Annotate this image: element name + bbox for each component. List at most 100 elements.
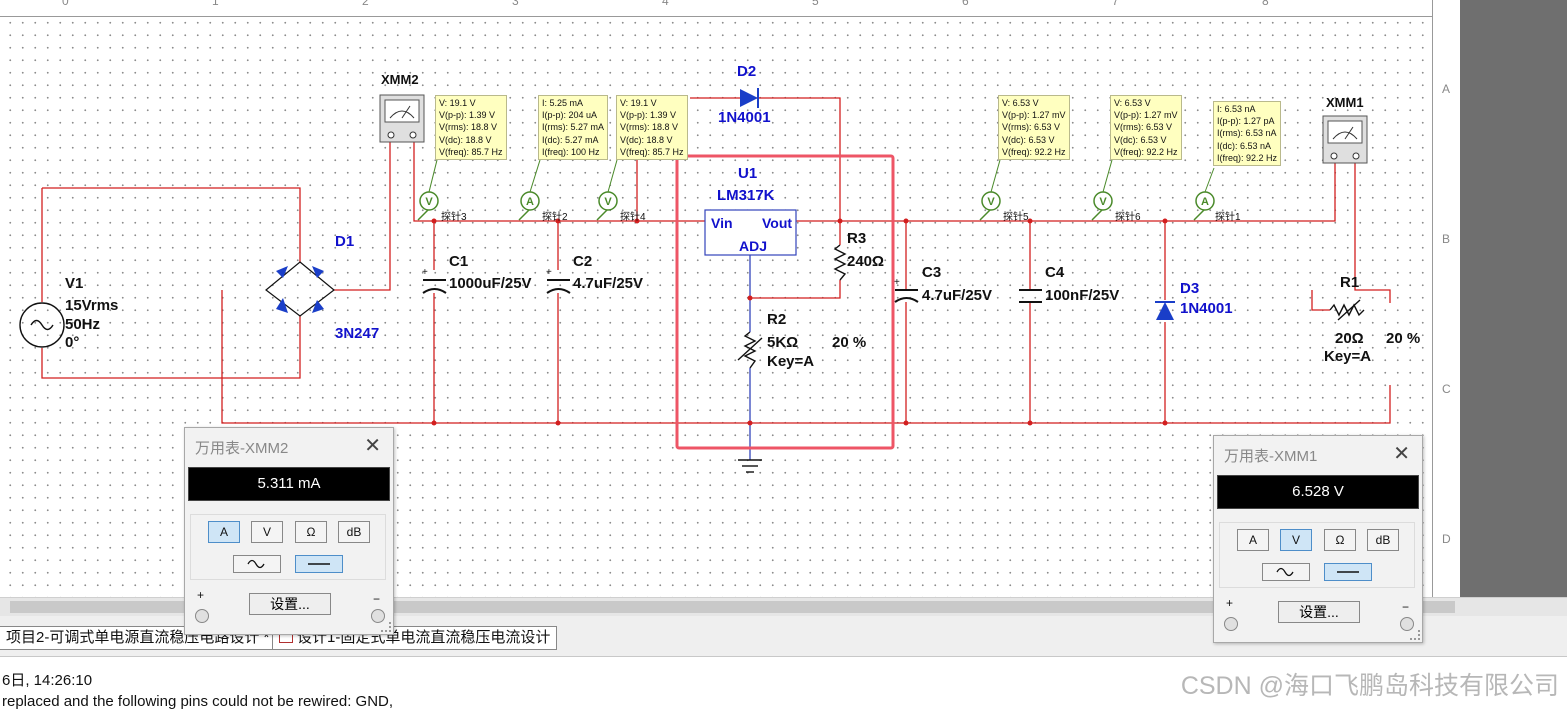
c1-ref: C1 xyxy=(449,253,469,270)
xmm2-label: XMM2 xyxy=(381,72,419,87)
probe-box-4: V: 6.53 V V(p-p): 1.27 mV V(rms): 6.53 V V(… xyxy=(998,95,1070,161)
ac-coupling-button[interactable] xyxy=(1262,563,1310,581)
c3-value: 4.7uF/25V xyxy=(922,287,993,304)
svg-text:+: + xyxy=(422,267,428,278)
multimeter-window-xmm2[interactable]: 万用表-XMM2 ✕ 5.311 mA A V Ω dB + 设置... − xyxy=(184,427,394,635)
junctions xyxy=(431,218,1168,426)
plus-terminal[interactable] xyxy=(195,609,209,623)
r2-ref: R2 xyxy=(767,311,787,328)
mode-button-a[interactable]: A xyxy=(1237,529,1269,551)
resize-grip[interactable] xyxy=(381,622,391,632)
r1-ref: R1 xyxy=(1340,274,1360,291)
v1-source xyxy=(19,302,65,348)
r2-value: 5KΩ xyxy=(767,334,799,351)
v1-value: 15Vrms xyxy=(65,297,119,314)
d1-ref: D1 xyxy=(335,233,355,250)
meter-display: 6.528 V xyxy=(1217,475,1419,509)
settings-button[interactable]: 设置... xyxy=(1278,601,1360,623)
mode-button-db[interactable]: dB xyxy=(338,521,370,543)
probe-symbol-labels: V A V V V A xyxy=(425,196,1209,208)
minus-terminal[interactable] xyxy=(1400,617,1414,631)
probe-tag: 探针5 xyxy=(1003,212,1029,223)
probe-box-5: V: 6.53 V V(p-p): 1.27 mV V(rms): 6.53 V V(… xyxy=(1110,95,1182,161)
output-line: replaced and the following pins could no… xyxy=(2,693,394,710)
wires xyxy=(41,97,1391,424)
multimeter-window-xmm1[interactable]: 万用表-XMM1 ✕ 6.528 V A V Ω dB + 设置... − xyxy=(1213,435,1423,643)
close-icon[interactable]: ✕ xyxy=(1393,441,1410,466)
u1-adj-pin: ADJ xyxy=(739,238,768,254)
v1-ref: V1 xyxy=(65,275,84,292)
probe-symbol-v: V xyxy=(425,196,433,208)
watermark: CSDN @海口飞鹏岛科技有限公司 xyxy=(1180,672,1559,700)
r2-key: Key=A xyxy=(767,353,815,370)
minus-terminal-label: − xyxy=(373,592,381,606)
close-icon[interactable]: ✕ xyxy=(364,433,381,458)
mode-button-v[interactable]: V xyxy=(251,521,283,543)
probe-box-2: I: 5.25 mA I(p-p): 204 uA I(rms): 5.27 mA I… xyxy=(538,95,609,161)
mode-button-ohm[interactable]: Ω xyxy=(295,521,327,543)
settings-button[interactable]: 设置... xyxy=(249,593,331,615)
probe-leaders xyxy=(428,159,1215,193)
plus-terminal[interactable] xyxy=(1224,617,1238,631)
c4-ref: C4 xyxy=(1045,264,1065,281)
r3-resistor xyxy=(833,244,847,281)
c2-value: 4.7uF/25V xyxy=(573,275,644,292)
probe-box-3: V: 19.1 V V(p-p): 1.39 V V(rms): 18.8 V V(d… xyxy=(616,95,688,161)
window-title: 万用表-XMM2 xyxy=(195,440,289,457)
u1-vin-pin: Vin xyxy=(711,215,733,231)
u1-vout-pin: Vout xyxy=(762,215,793,231)
mode-button-a[interactable]: A xyxy=(208,521,240,543)
probe-tag: 探针4 xyxy=(620,212,646,223)
dc-line-icon xyxy=(1337,571,1359,573)
d2-model: 1N4001 xyxy=(718,109,771,126)
v1-phase: 0° xyxy=(65,334,80,351)
probe-tag: 探针1 xyxy=(1215,212,1241,223)
c3-ref: C3 xyxy=(922,264,942,281)
r1-value: 20Ω xyxy=(1335,330,1364,347)
meter-controls: A V Ω dB xyxy=(190,514,386,580)
r2-potentiometer xyxy=(737,331,763,369)
ground-symbol xyxy=(738,459,762,473)
r1-key: Key=A xyxy=(1324,348,1372,365)
xmm2-icon xyxy=(379,94,425,143)
probe-box-6: I: 6.53 nA I(p-p): 1.27 pA I(rms): 6.53 nA… xyxy=(1213,101,1282,167)
workspace-background xyxy=(1460,0,1567,597)
dc-coupling-button[interactable] xyxy=(295,555,343,573)
d1-model: 3N247 xyxy=(335,325,380,342)
dc-coupling-button[interactable] xyxy=(1324,563,1372,581)
ruler-tick: A xyxy=(1442,82,1451,96)
ruler-tick: D xyxy=(1442,532,1451,546)
plus-terminal-label: + xyxy=(197,588,205,602)
r1-potentiometer xyxy=(1329,299,1365,321)
probe-symbols xyxy=(417,191,1215,221)
meter-display: 5.311 mA xyxy=(188,467,390,501)
minus-terminal-label: − xyxy=(1402,600,1410,614)
probe-symbol-v: V xyxy=(987,196,995,208)
highlight-box xyxy=(675,154,895,450)
meter-controls: A V Ω dB xyxy=(1219,522,1415,588)
minus-terminal[interactable] xyxy=(371,609,385,623)
probe-symbol-v: V xyxy=(1099,196,1107,208)
window-title: 万用表-XMM1 xyxy=(1224,448,1318,465)
ruler-tick: C xyxy=(1442,382,1451,396)
xmm1-label: XMM1 xyxy=(1326,95,1364,110)
resize-grip[interactable] xyxy=(1410,630,1420,640)
mode-button-v[interactable]: V xyxy=(1280,529,1312,551)
d2-ref: D2 xyxy=(737,63,757,80)
mode-button-ohm[interactable]: Ω xyxy=(1324,529,1356,551)
probe-tag: 探针6 xyxy=(1115,212,1141,223)
svg-text:+: + xyxy=(546,267,552,278)
probe-symbol-a: A xyxy=(526,196,534,208)
probe-tag: 探针2 xyxy=(542,212,568,223)
d3-ref: D3 xyxy=(1180,280,1200,297)
right-ruler: A B C D xyxy=(1432,0,1460,597)
c2-ref: C2 xyxy=(573,253,593,270)
mode-button-db[interactable]: dB xyxy=(1367,529,1399,551)
ac-wave-icon xyxy=(247,559,265,569)
c1-value: 1000uF/25V xyxy=(449,275,532,292)
plus-terminal-label: + xyxy=(1226,596,1234,610)
u1-model: LM317K xyxy=(717,187,775,204)
ac-coupling-button[interactable] xyxy=(233,555,281,573)
ac-wave-icon xyxy=(1276,567,1294,577)
xmm1-icon xyxy=(1322,115,1368,164)
